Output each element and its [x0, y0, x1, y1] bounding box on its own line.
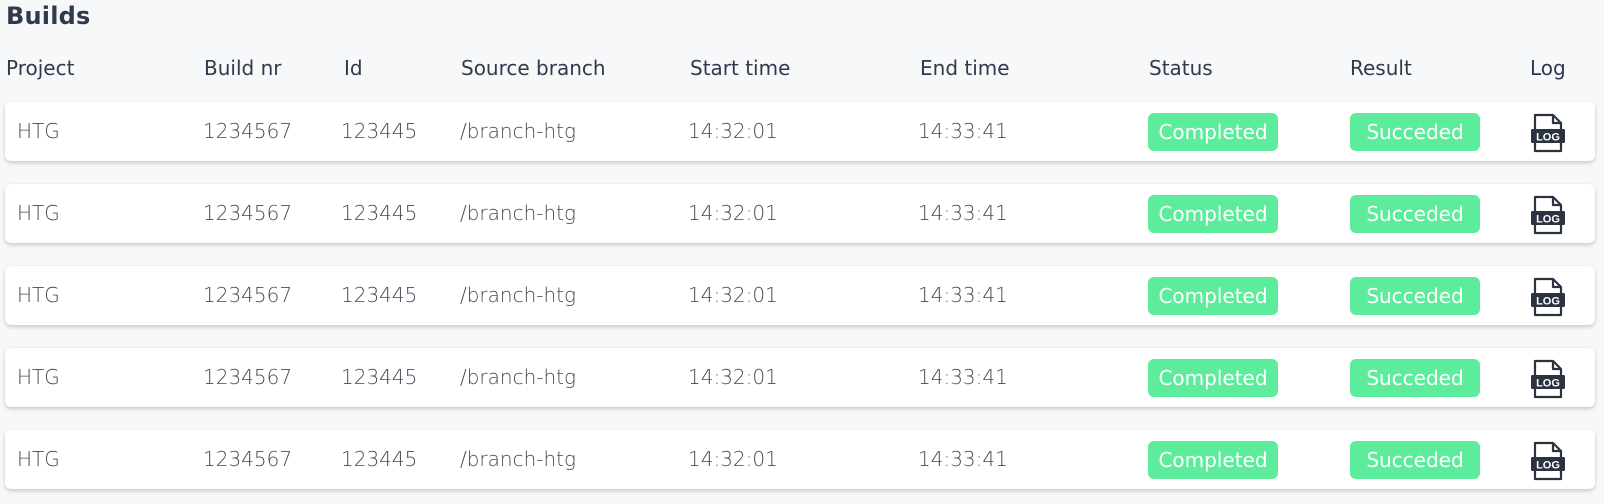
header-start-time: Start time	[690, 56, 791, 80]
result-badge: Succeded	[1350, 277, 1480, 315]
header-id: Id	[344, 56, 363, 80]
cell-end-time: 14:33:41	[918, 365, 1008, 389]
status-badge: Completed	[1148, 195, 1278, 233]
cell-project: HTG	[17, 365, 60, 389]
cell-start-time: 14:32:01	[688, 283, 778, 307]
log-file-icon[interactable]: LOG	[1530, 441, 1566, 481]
cell-project: HTG	[17, 201, 60, 225]
cell-id: 123445	[341, 201, 418, 225]
header-result: Result	[1350, 56, 1412, 80]
cell-project: HTG	[17, 119, 60, 143]
table-row: HTG 1234567 123445/branch-htg 14:32:01 14:33…	[5, 430, 1595, 489]
svg-text:LOG: LOG	[1536, 214, 1560, 226]
cell-source-branch: /branch-htg	[460, 447, 576, 471]
svg-text:LOG: LOG	[1536, 378, 1560, 390]
header-end-time: End time	[920, 56, 1010, 80]
log-file-icon[interactable]: LOG	[1530, 359, 1566, 399]
header-source-branch: Source branch	[461, 56, 606, 80]
header-status: Status	[1149, 56, 1213, 80]
cell-project: HTG	[17, 447, 60, 471]
log-file-icon-graphic: LOG	[1531, 277, 1565, 317]
svg-text:LOG: LOG	[1536, 132, 1560, 144]
cell-source-branch: /branch-htg	[460, 283, 576, 307]
cell-start-time: 14:32:01	[688, 119, 778, 143]
cell-end-time: 14:33:41	[918, 201, 1008, 225]
result-badge: Succeded	[1350, 359, 1480, 397]
cell-source-branch: /branch-htg	[460, 201, 576, 225]
cell-build-nr: 1234567	[203, 447, 293, 471]
log-file-icon[interactable]: LOG	[1530, 113, 1566, 153]
cell-source-branch: /branch-htg	[460, 365, 576, 389]
result-badge: Succeded	[1350, 195, 1480, 233]
log-file-icon[interactable]: LOG	[1530, 195, 1566, 235]
cell-start-time: 14:32:01	[688, 447, 778, 471]
cell-end-time: 14:33:41	[918, 283, 1008, 307]
cell-id: 123445	[341, 119, 418, 143]
cell-end-time: 14:33:41	[918, 119, 1008, 143]
table-row: HTG 1234567 123445/branch-htg 14:32:01 14:33…	[5, 102, 1595, 161]
table-header: Project Build nr Id Source branch Start …	[0, 56, 1604, 88]
log-file-icon-graphic: LOG	[1531, 359, 1565, 399]
header-project: Project	[6, 56, 75, 80]
builds-page: Builds Project Build nr Id Source branch…	[0, 0, 1604, 504]
result-badge: Succeded	[1350, 441, 1480, 479]
cell-build-nr: 1234567	[203, 201, 293, 225]
page-title: Builds	[6, 2, 91, 30]
log-file-icon-graphic: LOG	[1531, 113, 1565, 153]
status-badge: Completed	[1148, 359, 1278, 397]
status-badge: Completed	[1148, 113, 1278, 151]
status-badge: Completed	[1148, 277, 1278, 315]
cell-source-branch: /branch-htg	[460, 119, 576, 143]
cell-id: 123445	[341, 283, 418, 307]
svg-text:LOG: LOG	[1536, 460, 1560, 472]
cell-end-time: 14:33:41	[918, 447, 1008, 471]
svg-text:LOG: LOG	[1536, 296, 1560, 308]
cell-build-nr: 1234567	[203, 365, 293, 389]
table-row: HTG 1234567 123445/branch-htg 14:32:01 14:33…	[5, 348, 1595, 407]
header-log: Log	[1530, 56, 1566, 80]
cell-id: 123445	[341, 447, 418, 471]
table-row: HTG 1234567 123445/branch-htg 14:32:01 14:33…	[5, 266, 1595, 325]
cell-id: 123445	[341, 365, 418, 389]
header-build-nr: Build nr	[204, 56, 282, 80]
log-file-icon-graphic: LOG	[1531, 195, 1565, 235]
result-badge: Succeded	[1350, 113, 1480, 151]
table-row: HTG 1234567 123445/branch-htg 14:32:01 14:33…	[5, 184, 1595, 243]
log-file-icon[interactable]: LOG	[1530, 277, 1566, 317]
cell-project: HTG	[17, 283, 60, 307]
cell-start-time: 14:32:01	[688, 365, 778, 389]
status-badge: Completed	[1148, 441, 1278, 479]
cell-start-time: 14:32:01	[688, 201, 778, 225]
cell-build-nr: 1234567	[203, 119, 293, 143]
cell-build-nr: 1234567	[203, 283, 293, 307]
log-file-icon-graphic: LOG	[1531, 441, 1565, 481]
